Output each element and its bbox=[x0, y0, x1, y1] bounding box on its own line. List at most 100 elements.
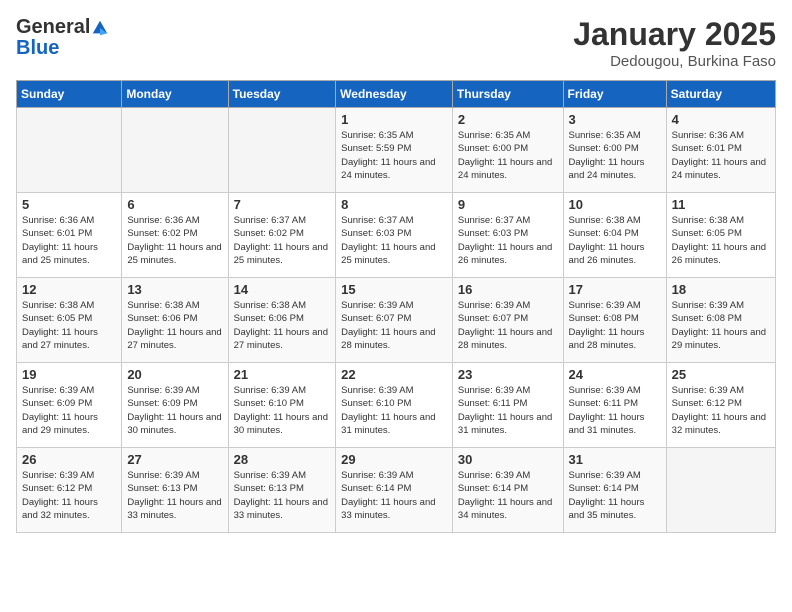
day-number: 10 bbox=[569, 197, 661, 212]
day-number: 29 bbox=[341, 452, 447, 467]
day-info: Sunrise: 6:39 AM Sunset: 6:10 PM Dayligh… bbox=[234, 384, 331, 437]
calendar-cell: 1 Sunrise: 6:35 AM Sunset: 5:59 PM Daylig… bbox=[336, 108, 453, 193]
calendar-cell: 11Sunrise: 6:38 AM Sunset: 6:05 PM Dayli… bbox=[666, 193, 775, 278]
calendar-cell: 27 Sunrise: 6:39 AM Sunset: 6:13 PM Dayli… bbox=[122, 448, 228, 533]
day-info: Sunrise: 6:37 AM Sunset: 6:03 PM Dayligh… bbox=[341, 214, 447, 267]
day-info: Sunrise: 6:39 AM Sunset: 6:11 PM Dayligh… bbox=[569, 384, 661, 437]
day-info: Sunrise: 6:39 AM Sunset: 6:08 PM Dayligh… bbox=[569, 299, 661, 352]
calendar-cell: 29 Sunrise: 6:39 AM Sunset: 6:14 PM Dayli… bbox=[336, 448, 453, 533]
calendar-week-0: 1 Sunrise: 6:35 AM Sunset: 5:59 PM Daylig… bbox=[17, 108, 776, 193]
day-number: 31 bbox=[569, 452, 661, 467]
day-info: Sunrise: 6:36 AM Sunset: 6:02 PM Dayligh… bbox=[127, 214, 222, 267]
calendar-week-2: 12 Sunrise: 6:38 AM Sunset: 6:05 PM Dayli… bbox=[17, 278, 776, 363]
day-number: 16 bbox=[458, 282, 558, 297]
day-number: 11 bbox=[672, 197, 770, 212]
day-info: Sunrise: 6:35 AM Sunset: 6:00 PM Dayligh… bbox=[458, 129, 558, 182]
day-info: Sunrise: 6:39 AM Sunset: 6:14 PM Dayligh… bbox=[341, 469, 447, 522]
calendar-cell: 24 Sunrise: 6:39 AM Sunset: 6:11 PM Dayli… bbox=[563, 363, 666, 448]
logo-blue-text: Blue bbox=[16, 37, 109, 60]
calendar-table: SundayMondayTuesdayWednesdayThursdayFrid… bbox=[16, 80, 776, 533]
calendar-cell: 31 Sunrise: 6:39 AM Sunset: 6:14 PM Dayli… bbox=[563, 448, 666, 533]
calendar-cell: 7Sunrise: 6:37 AM Sunset: 6:02 PM Daylig… bbox=[228, 193, 336, 278]
logo-icon bbox=[91, 19, 109, 37]
day-info: Sunrise: 6:38 AM Sunset: 6:06 PM Dayligh… bbox=[127, 299, 222, 352]
calendar-cell: 16 Sunrise: 6:39 AM Sunset: 6:07 PM Dayli… bbox=[452, 278, 563, 363]
logo-general-text: General bbox=[16, 16, 90, 39]
calendar-cell: 14 Sunrise: 6:38 AM Sunset: 6:06 PM Dayli… bbox=[228, 278, 336, 363]
day-number: 6 bbox=[127, 197, 222, 212]
days-of-week-header: SundayMondayTuesdayWednesdayThursdayFrid… bbox=[17, 81, 776, 108]
day-info: Sunrise: 6:35 AM Sunset: 5:59 PM Dayligh… bbox=[341, 129, 447, 182]
day-info: Sunrise: 6:39 AM Sunset: 6:12 PM Dayligh… bbox=[22, 469, 116, 522]
day-info: Sunrise: 6:39 AM Sunset: 6:07 PM Dayligh… bbox=[458, 299, 558, 352]
calendar-cell: 4Sunrise: 6:36 AM Sunset: 6:01 PM Daylig… bbox=[666, 108, 775, 193]
dow-tuesday: Tuesday bbox=[228, 81, 336, 108]
day-number: 14 bbox=[234, 282, 331, 297]
calendar-cell: 5 Sunrise: 6:36 AM Sunset: 6:01 PM Daylig… bbox=[17, 193, 122, 278]
day-number: 24 bbox=[569, 367, 661, 382]
day-info: Sunrise: 6:39 AM Sunset: 6:07 PM Dayligh… bbox=[341, 299, 447, 352]
dow-wednesday: Wednesday bbox=[336, 81, 453, 108]
day-info: Sunrise: 6:39 AM Sunset: 6:14 PM Dayligh… bbox=[569, 469, 661, 522]
day-info: Sunrise: 6:38 AM Sunset: 6:04 PM Dayligh… bbox=[569, 214, 661, 267]
calendar-cell bbox=[17, 108, 122, 193]
day-info: Sunrise: 6:39 AM Sunset: 6:11 PM Dayligh… bbox=[458, 384, 558, 437]
calendar-cell: 17 Sunrise: 6:39 AM Sunset: 6:08 PM Dayli… bbox=[563, 278, 666, 363]
title-block: January 2025 Dedougou, Burkina Faso bbox=[573, 16, 776, 70]
day-number: 2 bbox=[458, 112, 558, 127]
calendar-cell: 3 Sunrise: 6:35 AM Sunset: 6:00 PM Daylig… bbox=[563, 108, 666, 193]
location: Dedougou, Burkina Faso bbox=[573, 53, 776, 70]
day-number: 8 bbox=[341, 197, 447, 212]
calendar-cell: 10 Sunrise: 6:38 AM Sunset: 6:04 PM Dayli… bbox=[563, 193, 666, 278]
calendar-week-1: 5 Sunrise: 6:36 AM Sunset: 6:01 PM Daylig… bbox=[17, 193, 776, 278]
day-number: 13 bbox=[127, 282, 222, 297]
day-info: Sunrise: 6:38 AM Sunset: 6:05 PM Dayligh… bbox=[22, 299, 116, 352]
day-info: Sunrise: 6:39 AM Sunset: 6:13 PM Dayligh… bbox=[127, 469, 222, 522]
calendar-week-3: 19Sunrise: 6:39 AM Sunset: 6:09 PM Dayli… bbox=[17, 363, 776, 448]
day-number: 22 bbox=[341, 367, 447, 382]
dow-saturday: Saturday bbox=[666, 81, 775, 108]
day-info: Sunrise: 6:35 AM Sunset: 6:00 PM Dayligh… bbox=[569, 129, 661, 182]
day-info: Sunrise: 6:39 AM Sunset: 6:14 PM Dayligh… bbox=[458, 469, 558, 522]
day-number: 25 bbox=[672, 367, 770, 382]
day-number: 21 bbox=[234, 367, 331, 382]
day-info: Sunrise: 6:38 AM Sunset: 6:06 PM Dayligh… bbox=[234, 299, 331, 352]
day-info: Sunrise: 6:36 AM Sunset: 6:01 PM Dayligh… bbox=[22, 214, 116, 267]
day-number: 1 bbox=[341, 112, 447, 127]
dow-sunday: Sunday bbox=[17, 81, 122, 108]
calendar-cell: 21 Sunrise: 6:39 AM Sunset: 6:10 PM Dayli… bbox=[228, 363, 336, 448]
day-number: 18 bbox=[672, 282, 770, 297]
calendar-cell bbox=[122, 108, 228, 193]
calendar-cell: 6 Sunrise: 6:36 AM Sunset: 6:02 PM Daylig… bbox=[122, 193, 228, 278]
page-header: General Blue January 2025 Dedougou, Burk… bbox=[16, 16, 776, 70]
day-info: Sunrise: 6:39 AM Sunset: 6:09 PM Dayligh… bbox=[127, 384, 222, 437]
day-number: 15 bbox=[341, 282, 447, 297]
calendar-cell: 20 Sunrise: 6:39 AM Sunset: 6:09 PM Dayli… bbox=[122, 363, 228, 448]
day-number: 3 bbox=[569, 112, 661, 127]
day-number: 27 bbox=[127, 452, 222, 467]
calendar-cell: 2 Sunrise: 6:35 AM Sunset: 6:00 PM Daylig… bbox=[452, 108, 563, 193]
calendar-cell: 23 Sunrise: 6:39 AM Sunset: 6:11 PM Dayli… bbox=[452, 363, 563, 448]
day-info: Sunrise: 6:37 AM Sunset: 6:02 PM Dayligh… bbox=[234, 214, 331, 267]
day-number: 12 bbox=[22, 282, 116, 297]
calendar-week-4: 26 Sunrise: 6:39 AM Sunset: 6:12 PM Dayli… bbox=[17, 448, 776, 533]
day-info: Sunrise: 6:39 AM Sunset: 6:13 PM Dayligh… bbox=[234, 469, 331, 522]
day-number: 28 bbox=[234, 452, 331, 467]
day-number: 5 bbox=[22, 197, 116, 212]
calendar-body: 1 Sunrise: 6:35 AM Sunset: 5:59 PM Daylig… bbox=[17, 108, 776, 533]
dow-friday: Friday bbox=[563, 81, 666, 108]
day-info: Sunrise: 6:37 AM Sunset: 6:03 PM Dayligh… bbox=[458, 214, 558, 267]
day-number: 26 bbox=[22, 452, 116, 467]
calendar-cell bbox=[666, 448, 775, 533]
calendar-cell: 22Sunrise: 6:39 AM Sunset: 6:10 PM Dayli… bbox=[336, 363, 453, 448]
calendar-cell: 12 Sunrise: 6:38 AM Sunset: 6:05 PM Dayli… bbox=[17, 278, 122, 363]
calendar-cell: 8 Sunrise: 6:37 AM Sunset: 6:03 PM Daylig… bbox=[336, 193, 453, 278]
calendar-cell: 15 Sunrise: 6:39 AM Sunset: 6:07 PM Dayli… bbox=[336, 278, 453, 363]
dow-monday: Monday bbox=[122, 81, 228, 108]
calendar-cell: 28 Sunrise: 6:39 AM Sunset: 6:13 PM Dayli… bbox=[228, 448, 336, 533]
day-number: 20 bbox=[127, 367, 222, 382]
calendar-cell: 18Sunrise: 6:39 AM Sunset: 6:08 PM Dayli… bbox=[666, 278, 775, 363]
dow-thursday: Thursday bbox=[452, 81, 563, 108]
day-number: 23 bbox=[458, 367, 558, 382]
day-number: 17 bbox=[569, 282, 661, 297]
